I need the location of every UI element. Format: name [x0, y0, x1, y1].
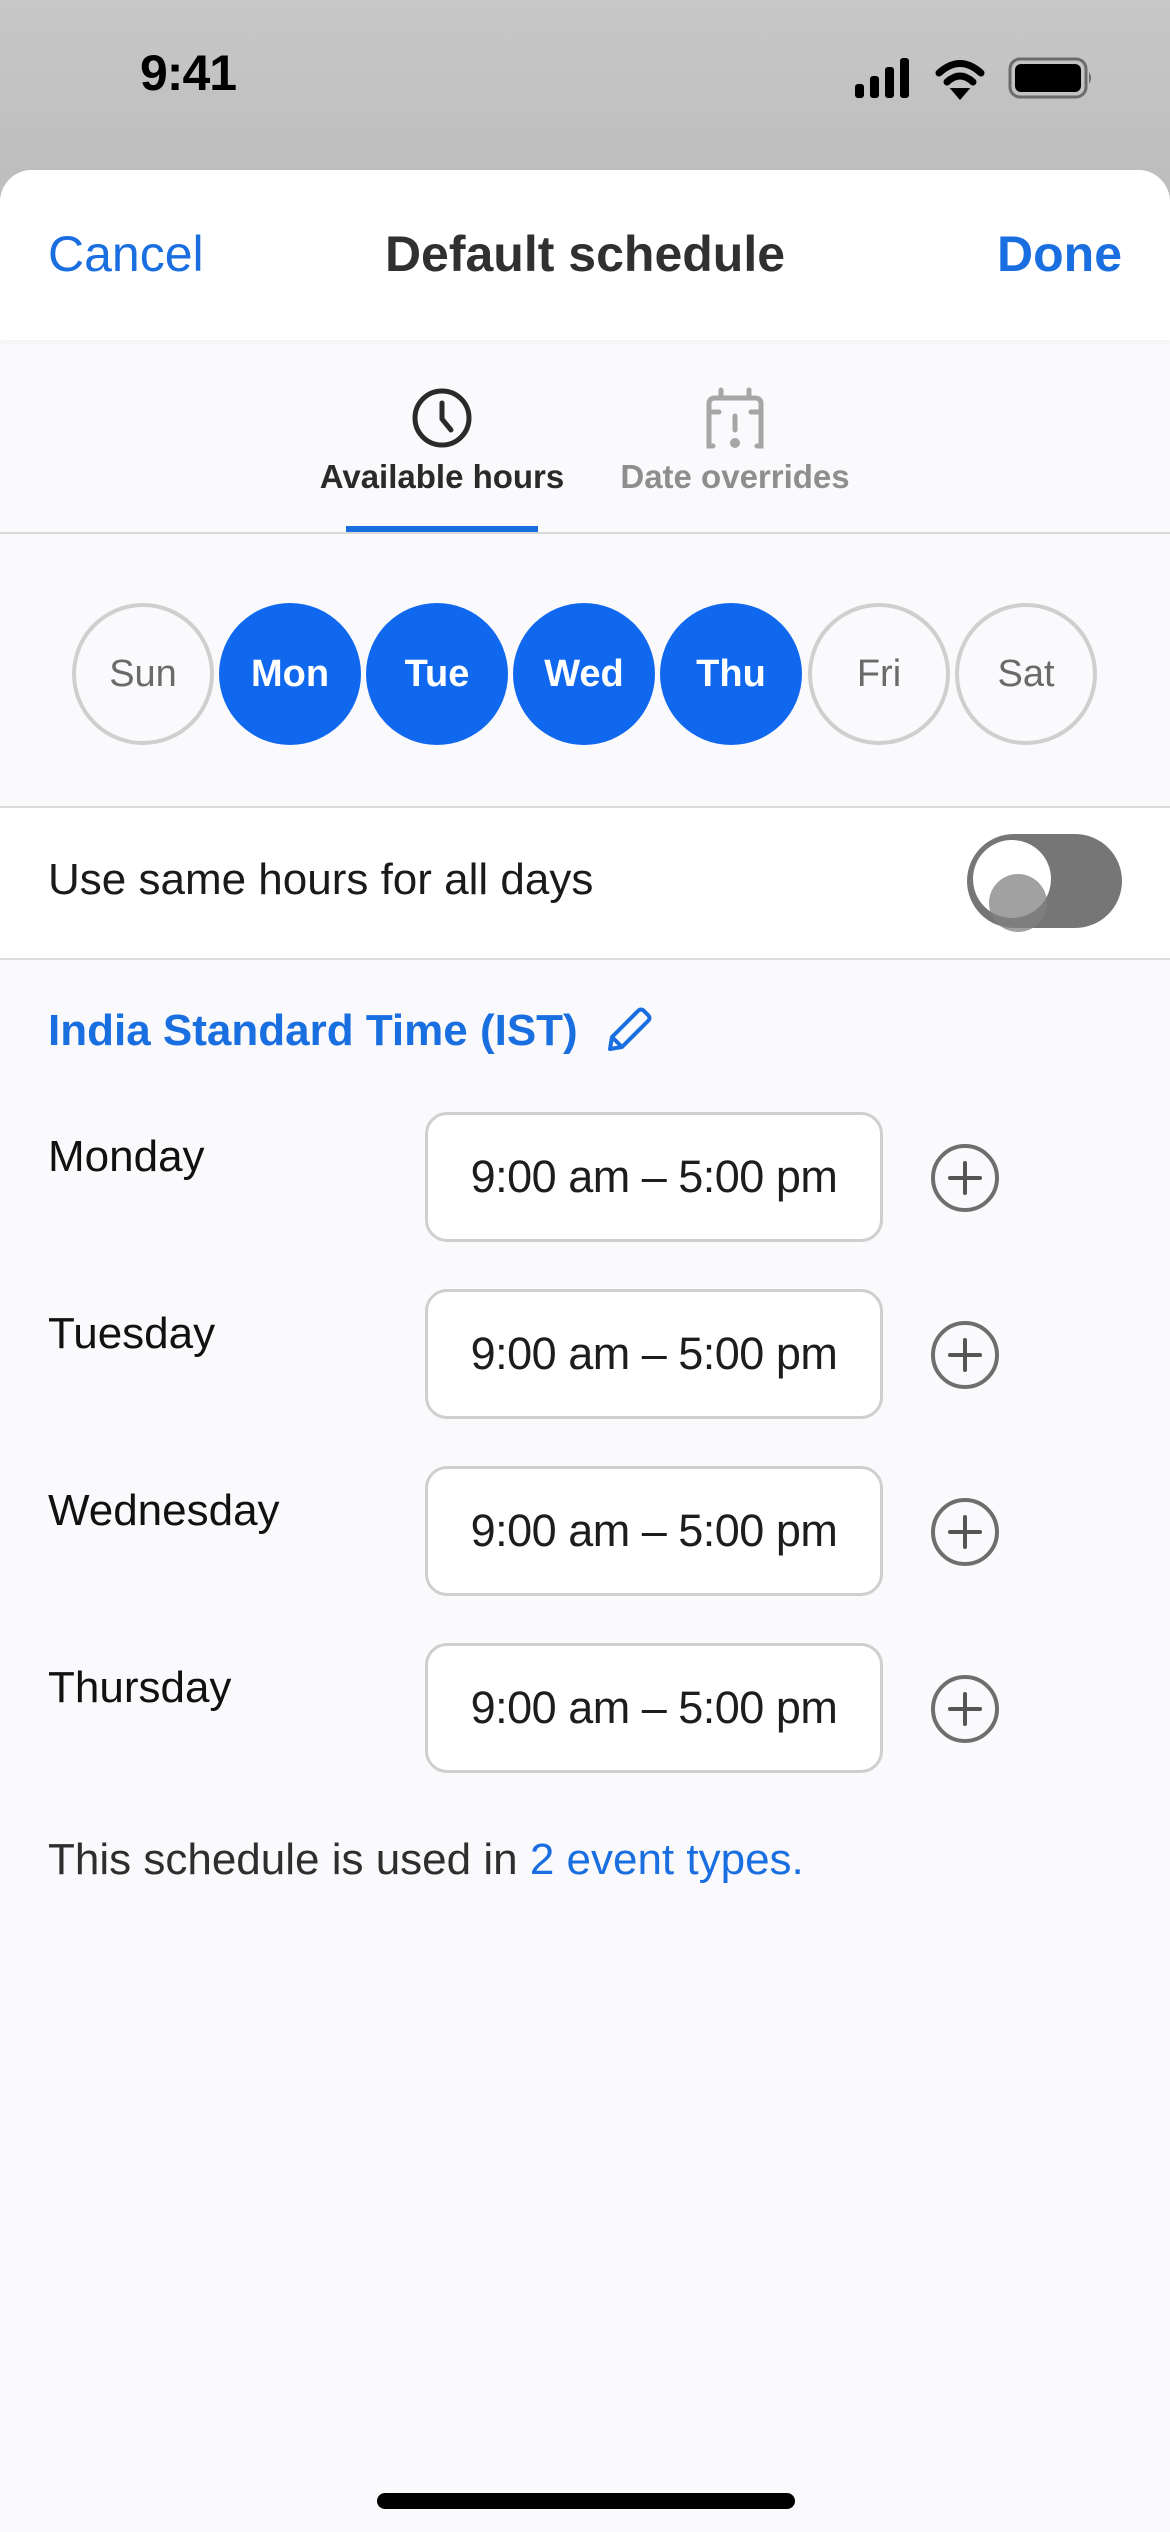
- tab-label: Available hours: [319, 458, 565, 495]
- add-time-range-icon[interactable]: [930, 1674, 1000, 1744]
- day-toggle-sun[interactable]: Sun: [72, 603, 214, 745]
- home-indicator[interactable]: [377, 2493, 795, 2509]
- divider: [0, 532, 1170, 534]
- usage-text: This schedule is used in: [48, 1835, 530, 1884]
- same-hours-row: Use same hours for all days: [0, 806, 1170, 960]
- add-time-range-icon[interactable]: [930, 1320, 1000, 1390]
- battery-icon: [1008, 57, 1091, 99]
- day-toggle-tue[interactable]: Tue: [366, 603, 508, 745]
- day-selector: Sun Mon Tue Wed Thu Fri Sat: [0, 603, 1170, 749]
- calendar-alert-icon: [706, 387, 764, 449]
- clock-icon: [412, 388, 472, 448]
- day-name: Thursday: [48, 1663, 232, 1712]
- status-icons: [855, 57, 1091, 100]
- time-range-field[interactable]: 9:00 am – 5:00 pm: [425, 1643, 883, 1773]
- status-time: 9:41: [140, 45, 237, 101]
- add-time-range-icon[interactable]: [930, 1143, 1000, 1213]
- same-hours-label: Use same hours for all days: [48, 855, 594, 904]
- tab-available-hours[interactable]: Available hours: [310, 340, 574, 533]
- timezone-label: India Standard Time (IST): [48, 1006, 578, 1055]
- schedule-sheet: Cancel Default schedule Done Available h…: [0, 170, 1170, 2532]
- nav-bar: Cancel Default schedule Done: [0, 170, 1170, 340]
- time-range-field[interactable]: 9:00 am – 5:00 pm: [425, 1112, 883, 1242]
- tab-date-overrides[interactable]: Date overrides: [610, 340, 860, 533]
- day-name: Monday: [48, 1132, 205, 1181]
- schedule-usage-note: This schedule is used in 2 event types.: [48, 1835, 804, 1885]
- same-hours-toggle[interactable]: [967, 834, 1122, 932]
- hours-row-tuesday: Tuesday 9:00 am – 5:00 pm: [0, 1289, 1170, 1421]
- tab-bar: Available hours Date overrides: [0, 340, 1170, 534]
- cancel-button[interactable]: Cancel: [48, 225, 204, 283]
- day-toggle-thu[interactable]: Thu: [660, 603, 802, 745]
- hours-row-wednesday: Wednesday 9:00 am – 5:00 pm: [0, 1466, 1170, 1598]
- add-time-range-icon[interactable]: [930, 1497, 1000, 1567]
- time-range-field[interactable]: 9:00 am – 5:00 pm: [425, 1466, 883, 1596]
- day-toggle-sat[interactable]: Sat: [955, 603, 1097, 745]
- wifi-icon: [935, 60, 985, 100]
- day-name: Wednesday: [48, 1486, 280, 1535]
- hours-row-thursday: Thursday 9:00 am – 5:00 pm: [0, 1643, 1170, 1775]
- pencil-icon[interactable]: [602, 1005, 654, 1057]
- touch-indicator: [989, 874, 1047, 932]
- event-types-link[interactable]: 2 event types.: [530, 1835, 804, 1884]
- tab-label: Date overrides: [620, 458, 850, 495]
- day-toggle-fri[interactable]: Fri: [808, 603, 950, 745]
- timezone-selector[interactable]: India Standard Time (IST): [48, 1005, 654, 1057]
- day-toggle-mon[interactable]: Mon: [219, 603, 361, 745]
- time-range-field[interactable]: 9:00 am – 5:00 pm: [425, 1289, 883, 1419]
- done-button[interactable]: Done: [997, 225, 1122, 283]
- hours-row-monday: Monday 9:00 am – 5:00 pm: [0, 1112, 1170, 1244]
- day-name: Tuesday: [48, 1309, 216, 1358]
- day-toggle-wed[interactable]: Wed: [513, 603, 655, 745]
- cellular-signal-icon: [855, 58, 909, 98]
